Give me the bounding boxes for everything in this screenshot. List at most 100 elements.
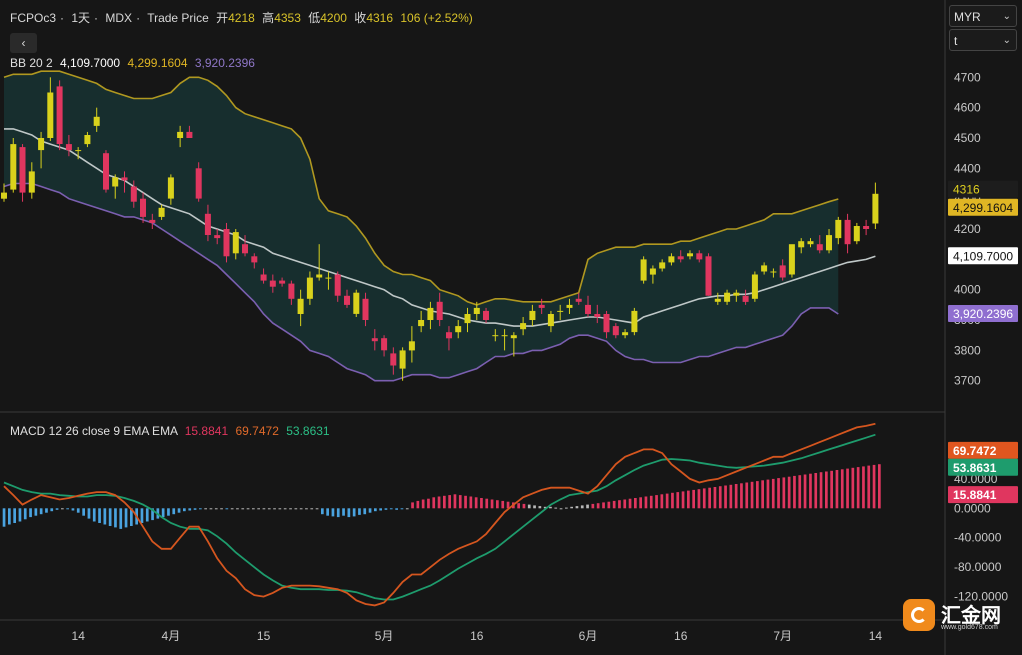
macd-histogram-bar: [135, 508, 138, 525]
candle-body: [28, 171, 35, 193]
macd-histogram-bar: [13, 508, 16, 523]
candle: [733, 289, 740, 302]
macd-histogram-bar: [777, 478, 780, 509]
bollinger-band-fill: [4, 71, 839, 381]
candle: [464, 307, 471, 333]
macd-histogram-bar: [331, 508, 335, 517]
candle: [473, 301, 480, 321]
macd-histogram-bar: [819, 472, 823, 509]
candle-body: [603, 314, 610, 333]
candle-body: [455, 326, 462, 333]
macd-histogram-bar: [634, 498, 637, 509]
macd-histogram-bar: [596, 503, 600, 509]
bb-legend: BB 20 2 4,109.7000 4,299.1604 3,920.2396: [10, 56, 255, 70]
candle: [93, 107, 100, 132]
price-axis-tick: 4200: [954, 222, 981, 236]
candle-body: [538, 304, 545, 308]
candle: [112, 174, 119, 199]
candle-body: [306, 277, 313, 299]
macd-hist-tag-bg: [948, 486, 1018, 504]
macd-histogram-bar: [315, 508, 319, 510]
macd-histogram-bar: [267, 508, 271, 510]
price-axis-tick: 4000: [954, 283, 981, 297]
candle-body: [195, 168, 202, 199]
candle-body: [242, 244, 248, 254]
candle: [631, 307, 638, 336]
macd-histogram-bar: [384, 508, 388, 510]
macd-histogram-bar: [140, 508, 144, 523]
candle: [195, 162, 202, 202]
candle: [492, 329, 499, 342]
bb-upper-line: [3, 70, 839, 306]
macd-histogram-bar: [82, 508, 85, 516]
macd-histogram-bar: [167, 508, 170, 516]
price-axis-tick: 4500: [954, 131, 981, 145]
macd-histogram-bar: [87, 508, 91, 519]
candle-body: [38, 138, 45, 151]
macd-histogram-bar: [734, 484, 738, 509]
exchange: MDX: [105, 11, 133, 25]
candle-body: [594, 314, 601, 317]
macd-histogram-bar: [782, 477, 786, 509]
price-axis-tick: 3700: [954, 374, 981, 388]
candle: [788, 244, 795, 278]
candle-body: [687, 253, 693, 257]
candle: [575, 292, 582, 305]
candle-body: [705, 256, 712, 296]
candle: [640, 256, 647, 284]
symbol: FCPOc3: [10, 11, 57, 25]
macd-histogram-bar: [713, 487, 717, 509]
macd-histogram-bar: [878, 464, 881, 509]
macd-histogram-bar: [724, 485, 727, 509]
candle-body: [399, 350, 406, 369]
macd-signal-tag-label: 53.8631: [953, 461, 997, 475]
candle: [779, 259, 786, 281]
back-button[interactable]: ‹: [10, 33, 37, 53]
macd-histogram-bar: [204, 508, 207, 510]
open-value: 4218: [228, 11, 255, 25]
candle: [269, 274, 276, 293]
candle: [19, 144, 26, 202]
candle-body: [585, 304, 591, 314]
candle: [649, 265, 656, 284]
price-axis-tick: 4100: [954, 252, 981, 266]
macd-histogram-bar: [347, 508, 351, 518]
macd-histogram-bar: [379, 508, 382, 511]
candle-body: [761, 265, 768, 272]
macd-histogram-bar: [623, 499, 627, 509]
macd-histogram-bar: [199, 508, 202, 510]
candle-body: [677, 256, 684, 260]
macd-histogram-bar: [29, 508, 32, 518]
candle: [724, 289, 731, 305]
candle-body: [121, 177, 128, 181]
candle: [38, 131, 45, 169]
candle-body: [84, 135, 91, 145]
candle-body: [696, 253, 703, 260]
macd-histogram-bar: [469, 496, 473, 509]
candle: [75, 147, 82, 160]
candle: [816, 235, 823, 254]
macd-histogram-bar: [862, 466, 865, 509]
macd-histogram-bar: [766, 479, 770, 509]
bb-lower-line: [3, 182, 839, 382]
candle: [529, 304, 536, 327]
candle: [835, 216, 842, 245]
change-value: 106 (+2.52%): [400, 11, 473, 25]
macd-histogram-bar: [427, 498, 430, 509]
high-label: 高: [262, 11, 275, 25]
macd-histogram-bar: [602, 502, 605, 509]
price-chart[interactable]: 3700 3800 3900 4000 4100 4200 4300 4400 4500 4600…: [0, 0, 1022, 655]
candle-body: [779, 265, 786, 278]
candle: [603, 310, 610, 339]
macd-histogram-bar: [740, 483, 743, 509]
macd-line-tag-bg: [948, 441, 1018, 459]
macd-histogram-bar: [644, 496, 648, 509]
candle-body: [436, 301, 443, 320]
candle: [353, 289, 360, 318]
macd-hist-value: 15.8841: [184, 424, 229, 438]
unit-select[interactable]: t ⌄: [949, 29, 1017, 51]
macd-signal-tag: 53.8631: [948, 458, 1018, 476]
macd-histogram-bar: [103, 508, 107, 525]
candle: [232, 229, 239, 260]
currency-select[interactable]: MYR ⌄: [949, 5, 1017, 27]
